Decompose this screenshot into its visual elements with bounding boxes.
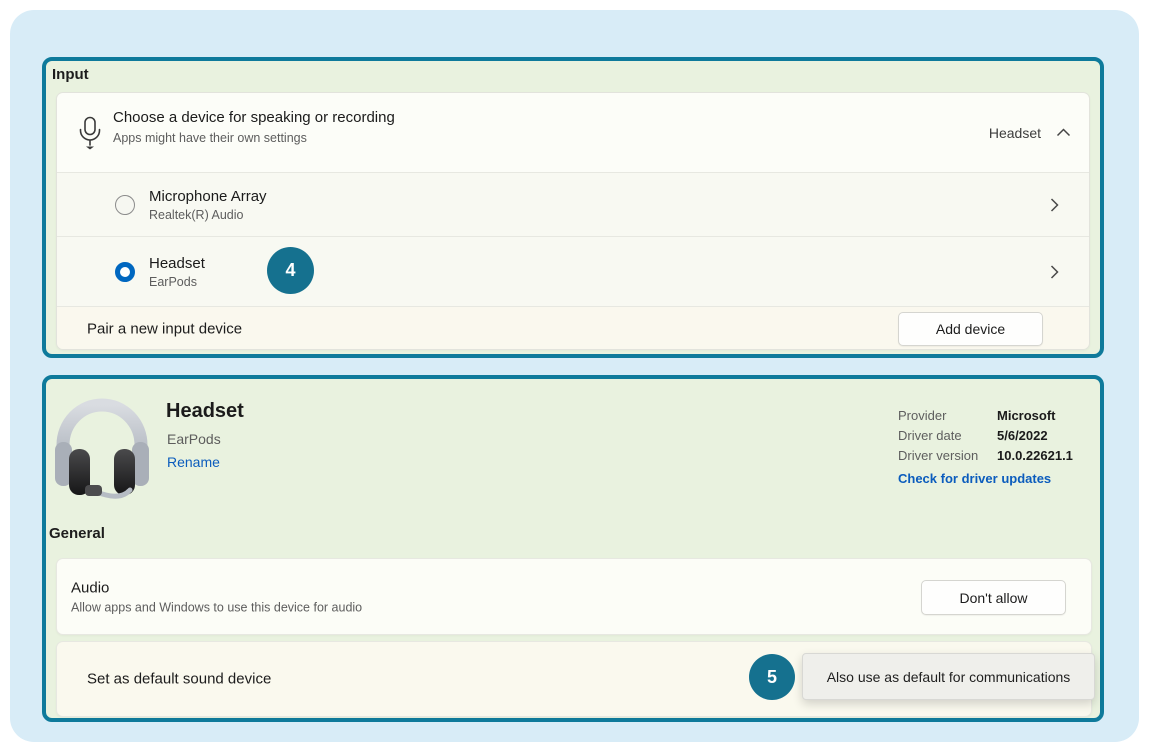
- device-option-name: Microphone Array: [149, 188, 267, 205]
- device-name-title: Headset: [166, 400, 244, 423]
- dont-allow-button[interactable]: Don't allow: [921, 580, 1066, 615]
- device-option-text: Microphone Array Realtek(R) Audio: [149, 188, 267, 222]
- device-option-text: Headset EarPods: [149, 255, 205, 289]
- default-communications-menu-item[interactable]: Also use as default for communications: [802, 653, 1095, 700]
- driver-provider-value: Microsoft: [997, 408, 1056, 423]
- input-section-title: Input: [52, 66, 89, 83]
- choose-input-device-subtitle: Apps might have their own settings: [113, 131, 395, 145]
- audio-permission-subtitle: Allow apps and Windows to use this devic…: [71, 600, 362, 614]
- device-option-headset[interactable]: Headset EarPods: [57, 236, 1089, 306]
- set-default-label: Set as default sound device: [87, 671, 271, 688]
- choose-input-device-row[interactable]: Choose a device for speaking or recordin…: [57, 93, 1089, 172]
- driver-date-label: Driver date: [898, 428, 962, 443]
- radio-selected[interactable]: [115, 262, 135, 282]
- device-option-description: Realtek(R) Audio: [149, 208, 267, 222]
- chevron-right-icon[interactable]: [1050, 264, 1059, 279]
- audio-permission-text: Audio Allow apps and Windows to use this…: [71, 579, 362, 614]
- driver-version-value: 10.0.22621.1: [997, 448, 1073, 463]
- pair-input-device-row: Pair a new input device Add device: [57, 306, 1089, 350]
- sound-settings-page: Input Choose a device for speaking or re…: [0, 0, 1149, 752]
- pair-device-label: Pair a new input device: [87, 321, 242, 338]
- driver-provider-row: Provider Microsoft: [898, 408, 946, 423]
- input-device-expander: Choose a device for speaking or recordin…: [56, 92, 1090, 350]
- microphone-icon: [77, 116, 103, 150]
- choose-input-device-title: Choose a device for speaking or recordin…: [113, 109, 395, 126]
- driver-provider-label: Provider: [898, 408, 946, 423]
- step-5-annotation-badge: 5: [749, 654, 795, 700]
- step-4-annotation-badge: 4: [267, 247, 314, 294]
- driver-date-value: 5/6/2022: [997, 428, 1048, 443]
- add-device-button[interactable]: Add device: [898, 312, 1043, 346]
- chevron-up-icon: [1056, 128, 1071, 137]
- check-driver-updates-link[interactable]: Check for driver updates: [898, 471, 1051, 486]
- choose-input-device-text: Choose a device for speaking or recordin…: [113, 109, 395, 145]
- device-option-description: EarPods: [149, 275, 205, 289]
- device-model-subtitle: EarPods: [167, 431, 221, 447]
- headset-image: [52, 390, 152, 504]
- general-section-label: General: [49, 525, 105, 542]
- rename-link[interactable]: Rename: [167, 454, 220, 470]
- driver-version-label: Driver version: [898, 448, 978, 463]
- chevron-right-icon[interactable]: [1050, 197, 1059, 212]
- audio-permission-title: Audio: [71, 579, 362, 596]
- input-device-selected-value: Headset: [989, 125, 1041, 141]
- input-section: Input Choose a device for speaking or re…: [42, 57, 1104, 358]
- driver-version-row: Driver version 10.0.22621.1: [898, 448, 978, 463]
- radio-unselected[interactable]: [115, 195, 135, 215]
- audio-permission-row: Audio Allow apps and Windows to use this…: [56, 558, 1092, 635]
- device-option-microphone-array[interactable]: Microphone Array Realtek(R) Audio: [57, 172, 1089, 236]
- input-device-dropdown[interactable]: Headset: [989, 93, 1071, 172]
- device-option-name: Headset: [149, 255, 205, 272]
- driver-date-row: Driver date 5/6/2022: [898, 428, 962, 443]
